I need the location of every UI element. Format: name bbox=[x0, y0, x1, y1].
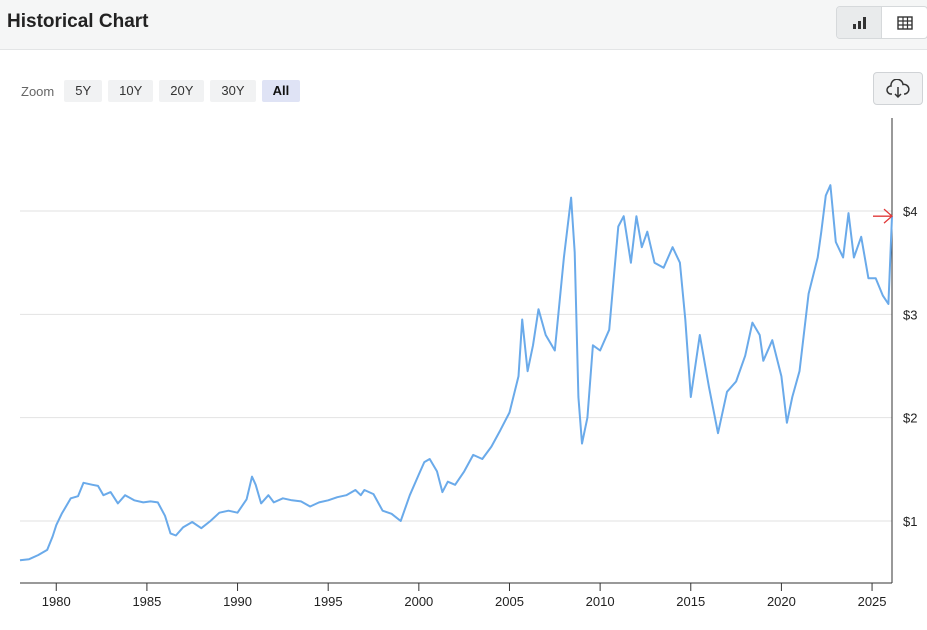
download-button[interactable] bbox=[873, 72, 923, 105]
zoom-20y-button[interactable]: 20Y bbox=[159, 80, 205, 102]
zoom-bar: Zoom 5Y 10Y 20Y 30Y All bbox=[21, 80, 306, 102]
zoom-all-button[interactable]: All bbox=[261, 80, 301, 102]
series-line bbox=[19, 184, 893, 562]
chart-view-button[interactable] bbox=[837, 7, 883, 38]
y-tick-label: $4 bbox=[903, 204, 917, 219]
view-toggle bbox=[836, 6, 927, 39]
y-tick-label: $1 bbox=[903, 514, 917, 529]
x-tick-label: 1995 bbox=[314, 594, 343, 609]
x-tick-label: 2015 bbox=[676, 594, 705, 609]
zoom-30y-button[interactable]: 30Y bbox=[210, 80, 256, 102]
historical-line-chart: $1 $2 $3 $4 1980 1985 1990 1995 2000 2005 2010 2015… bbox=[19, 118, 917, 609]
y-tick-label: $3 bbox=[903, 307, 917, 322]
bar-chart-icon bbox=[853, 16, 866, 29]
x-tick-label: 1990 bbox=[223, 594, 252, 609]
x-tick-label: 2025 bbox=[858, 594, 887, 609]
zoom-5y-button[interactable]: 5Y bbox=[64, 80, 103, 102]
y-tick-label: $2 bbox=[903, 411, 917, 426]
zoom-label: Zoom bbox=[21, 83, 55, 99]
page-title: Historical Chart bbox=[7, 11, 149, 32]
table-view-button[interactable] bbox=[882, 7, 927, 38]
x-tick-label: 2010 bbox=[586, 594, 615, 609]
cloud-download-icon bbox=[886, 78, 910, 98]
zoom-10y-button[interactable]: 10Y bbox=[108, 80, 154, 102]
x-tick-label: 2020 bbox=[767, 594, 796, 609]
chart-header: Historical Chart bbox=[0, 0, 927, 50]
table-icon bbox=[896, 15, 913, 30]
x-tick-label: 2000 bbox=[404, 594, 433, 609]
x-tick-label: 1985 bbox=[132, 594, 161, 609]
x-tick-label: 1980 bbox=[42, 594, 71, 609]
x-tick-label: 2005 bbox=[495, 594, 524, 609]
